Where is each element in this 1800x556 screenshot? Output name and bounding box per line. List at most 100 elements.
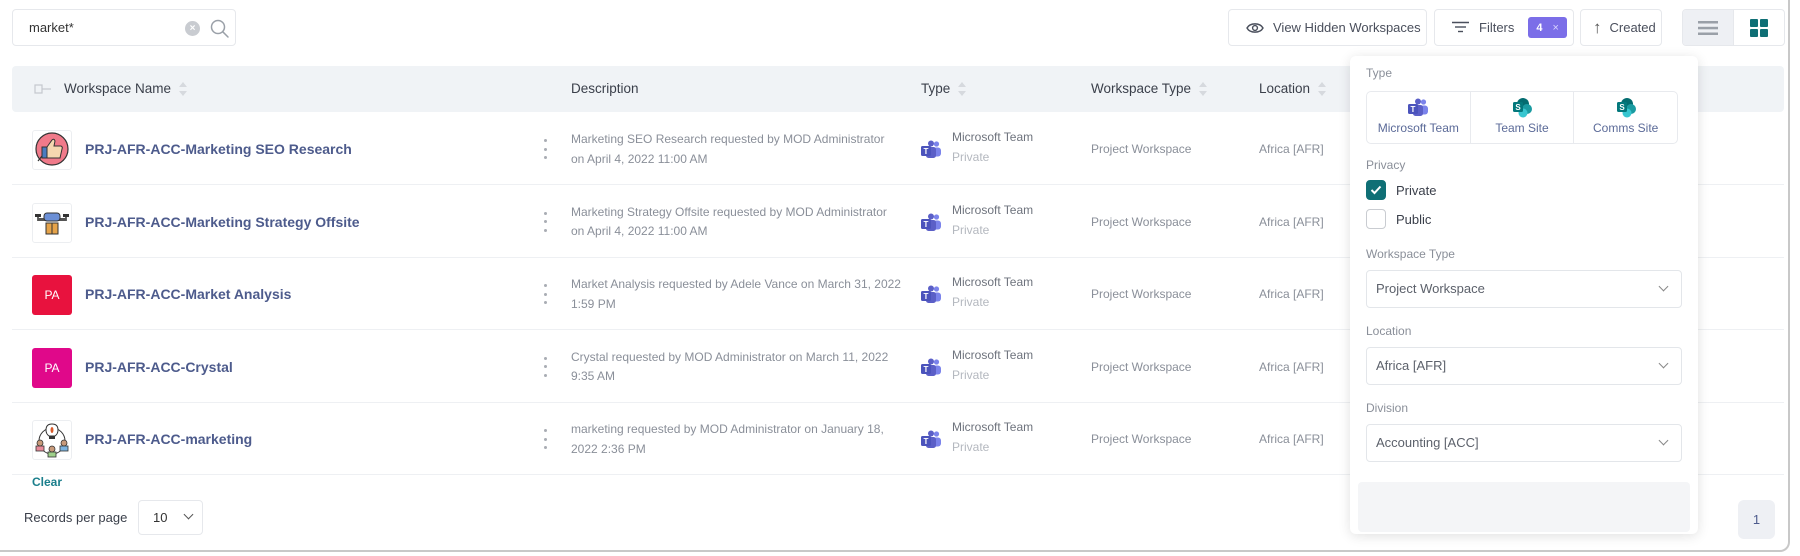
privacy-filter-label: Privacy	[1366, 158, 1406, 172]
workspace-initials-avatar: PA	[32, 275, 72, 315]
more-options-icon[interactable]	[544, 139, 548, 159]
filter-panel: Type T Microsoft Team S Team Site S Comm…	[1350, 56, 1698, 534]
workspace-type-select[interactable]: Project Workspace	[1366, 270, 1682, 308]
svg-text:T: T	[924, 147, 929, 156]
sharepoint-icon: S	[1616, 98, 1636, 118]
column-label: Location	[1259, 81, 1311, 96]
type-option-label: Microsoft Team	[1377, 121, 1459, 135]
list-view-button[interactable]	[1683, 10, 1734, 45]
svg-text:T: T	[924, 220, 929, 229]
checkbox-label: Public	[1396, 211, 1432, 227]
workspace-name-link[interactable]: PRJ-AFR-ACC-Crystal	[85, 359, 233, 375]
sort-icon[interactable]	[958, 81, 967, 96]
select-value: Project Workspace	[1376, 281, 1485, 296]
svg-text:S: S	[1619, 103, 1625, 112]
workspace-description: Crystal requested by MOD Administrator o…	[571, 349, 889, 384]
filters-count: 4	[1536, 21, 1543, 34]
microsoft-teams-icon: T	[1408, 98, 1429, 116]
grid-view-button[interactable]	[1734, 10, 1785, 45]
workspace-type-value: Project Workspace	[1091, 432, 1192, 446]
view-hidden-workspaces-button[interactable]: View Hidden Workspaces	[1228, 9, 1427, 46]
division-select[interactable]: Accounting [ACC]	[1366, 424, 1682, 462]
privacy-label: Private	[952, 295, 990, 309]
filters-label: Filters	[1479, 20, 1515, 35]
records-per-page-select[interactable]: 10	[138, 500, 203, 535]
workspace-description: Marketing Strategy Offsite requested by …	[571, 204, 887, 239]
privacy-label: Private	[952, 367, 990, 382]
search-icon[interactable]	[209, 18, 231, 40]
sort-created-button[interactable]: ↑ Created	[1580, 9, 1662, 46]
list-view-icon	[1697, 20, 1718, 35]
column-label: Workspace Type	[1091, 81, 1192, 96]
checkbox-label: Private	[1396, 182, 1437, 198]
clear-search-icon[interactable]: ×	[185, 21, 200, 36]
microsoft-teams-icon: T	[921, 358, 941, 376]
drone-icon	[32, 202, 72, 243]
privacy-option-private[interactable]: Private	[1366, 180, 1436, 200]
view-toggle	[1682, 9, 1785, 46]
type-option-comms-site[interactable]: S Comms Site	[1574, 92, 1677, 143]
filters-button[interactable]: Filters 4 ×	[1434, 9, 1574, 46]
type-option-team-site[interactable]: S Team Site	[1471, 92, 1575, 143]
type-option-label: Comms Site	[1593, 121, 1659, 135]
workspace-type-name: Microsoft Team	[952, 130, 1034, 144]
location-select[interactable]: Africa [AFR]	[1366, 347, 1682, 385]
sort-icon[interactable]	[1318, 81, 1327, 96]
location-value: Africa [AFR]	[1259, 432, 1324, 446]
sort-icon[interactable]	[179, 81, 188, 96]
column-label: Description	[571, 81, 639, 96]
more-options-icon[interactable]	[544, 429, 548, 449]
privacy-option-public[interactable]: Public	[1366, 209, 1431, 229]
idea-team-icon	[32, 420, 72, 460]
workspace-type-name: Microsoft Team	[952, 202, 1034, 217]
column-header-workspace-name[interactable]: Workspace Name	[64, 81, 188, 96]
svg-text:T: T	[924, 437, 929, 446]
filter-icon	[1452, 21, 1469, 32]
type-option-label: Team Site	[1495, 121, 1549, 135]
workspace-description: Marketing SEO Research requested by MOD …	[571, 132, 885, 166]
workspace-name-link[interactable]: PRJ-AFR-ACC-Marketing Strategy Offsite	[85, 214, 360, 230]
eye-icon	[1246, 22, 1264, 33]
sort-label: Created	[1609, 20, 1656, 35]
records-per-page-label: Records per page	[24, 510, 128, 525]
chevron-down-icon	[1658, 435, 1669, 446]
arrow-up-icon: ↑	[1593, 17, 1602, 37]
svg-text:S: S	[1515, 103, 1521, 112]
workspace-type-value: Project Workspace	[1091, 214, 1192, 229]
pin-icon[interactable]	[34, 83, 52, 95]
location-value: Africa [AFR]	[1259, 142, 1324, 156]
search-box[interactable]: ×	[12, 9, 236, 46]
column-header-description: Description	[571, 81, 639, 96]
clear-filters-icon[interactable]: ×	[1553, 22, 1559, 34]
chevron-down-icon	[183, 509, 194, 520]
public-checkbox[interactable]	[1366, 209, 1386, 229]
column-label: Workspace Name	[64, 81, 172, 96]
workspace-name-link[interactable]: PRJ-AFR-ACC-Marketing SEO Research	[85, 141, 352, 157]
more-options-icon[interactable]	[544, 284, 548, 304]
workspace-type-name: Microsoft Team	[952, 275, 1034, 289]
filter-panel-footer	[1358, 482, 1690, 532]
search-input[interactable]	[29, 20, 179, 35]
clear-filters-button[interactable]: Clear	[32, 475, 62, 489]
column-header-type[interactable]: Type	[921, 81, 967, 96]
select-value: Accounting [ACC]	[1376, 435, 1479, 450]
privacy-label: Private	[952, 150, 990, 164]
workspace-description: marketing requested by MOD Administrator…	[571, 422, 884, 456]
location-value: Africa [AFR]	[1259, 287, 1324, 301]
sort-icon[interactable]	[1199, 81, 1208, 96]
page-button-current[interactable]: 1	[1738, 500, 1775, 539]
workspace-name-link[interactable]: PRJ-AFR-ACC-marketing	[85, 431, 252, 447]
more-options-icon[interactable]	[544, 356, 548, 377]
microsoft-teams-icon: T	[921, 140, 941, 158]
microsoft-teams-icon: T	[921, 285, 941, 303]
svg-text:T: T	[1411, 105, 1416, 114]
more-options-icon[interactable]	[544, 211, 548, 232]
column-header-location[interactable]: Location	[1259, 81, 1327, 96]
workspace-name-link[interactable]: PRJ-AFR-ACC-Market Analysis	[85, 286, 291, 302]
private-checkbox[interactable]	[1366, 180, 1386, 200]
type-option-microsoft-team[interactable]: T Microsoft Team	[1367, 92, 1471, 143]
column-header-workspace-type[interactable]: Workspace Type	[1091, 81, 1208, 96]
division-filter-label: Division	[1366, 401, 1409, 415]
location-value: Africa [AFR]	[1259, 214, 1324, 229]
workspace-type-filter-label: Workspace Type	[1366, 247, 1455, 261]
